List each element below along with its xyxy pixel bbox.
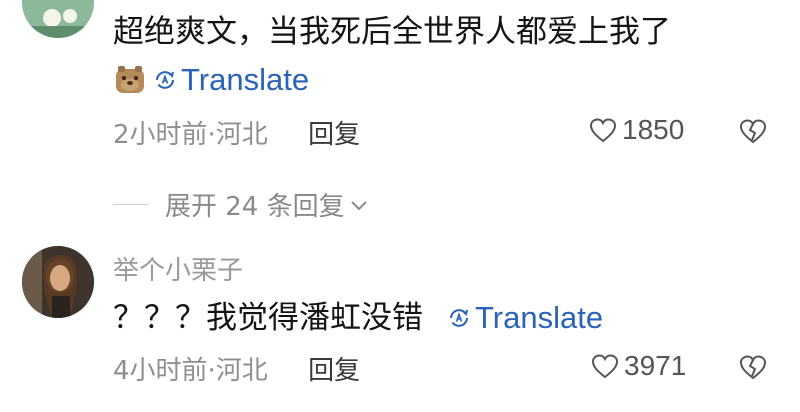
comment-meta: 4小时前·河北 回复	[113, 350, 360, 387]
translate-button[interactable]: Translate	[447, 300, 603, 336]
comment-meta: 2小时前·河北 回复	[113, 114, 360, 151]
reply-button[interactable]: 回复	[308, 120, 360, 150]
heart-icon	[589, 118, 617, 143]
translate-label: Translate	[475, 300, 604, 335]
expand-replies-label: 展开 24 条回复	[165, 192, 345, 222]
translate-icon	[450, 309, 468, 327]
comment-text: ？？？我觉得潘虹没错	[113, 300, 423, 336]
broken-heart-icon[interactable]	[738, 352, 768, 382]
like-count: 1850	[622, 114, 685, 145]
like-button[interactable]: 3971	[590, 350, 686, 382]
expand-replies-button[interactable]: 展开 24 条回复	[113, 186, 369, 223]
chevron-down-icon	[350, 200, 367, 210]
translate-button[interactable]: Translate	[153, 62, 309, 98]
like-button[interactable]: 1850	[588, 114, 684, 146]
comment-text: 超绝爽文，当我死后全世界人都爱上我了	[113, 14, 671, 50]
heart-icon	[591, 354, 619, 379]
avatar-image	[22, 246, 94, 318]
comment-time-location: 4小时前·河北	[113, 356, 268, 386]
broken-heart-icon[interactable]	[738, 116, 768, 146]
reply-button[interactable]: 回复	[308, 356, 360, 386]
comment-time-location: 2小时前·河北	[113, 120, 268, 150]
comment-username[interactable]: 举个小栗子	[113, 250, 243, 287]
translate-label: Translate	[181, 62, 310, 97]
commenter-avatar[interactable]	[22, 246, 94, 318]
like-count: 3971	[624, 350, 687, 381]
avatar-image	[22, 0, 94, 38]
translate-icon	[156, 71, 174, 89]
commenter-avatar[interactable]	[22, 0, 94, 38]
divider-line	[113, 204, 149, 205]
capybara-emoji-icon	[116, 66, 144, 93]
